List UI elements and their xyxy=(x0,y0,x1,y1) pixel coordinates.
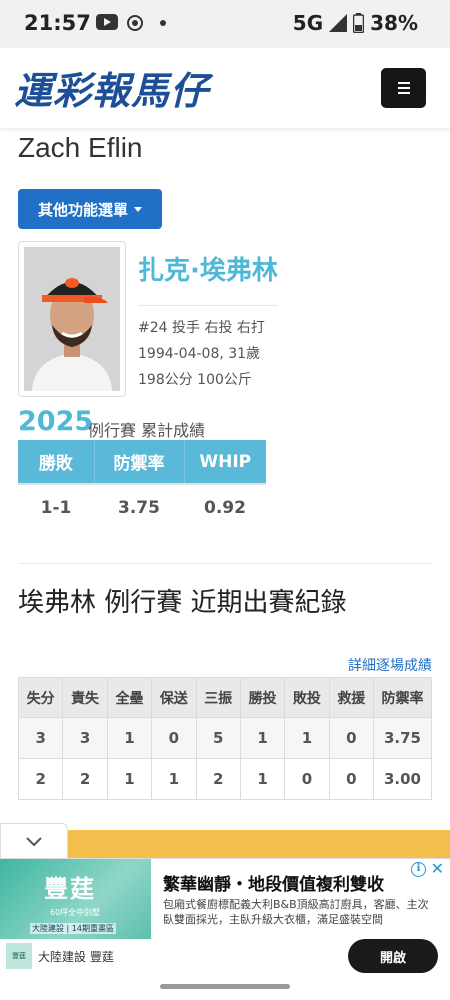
recent-header: 責失 xyxy=(62,677,108,718)
recent-header: 防禦率 xyxy=(373,677,432,718)
ad-info-icon[interactable]: i xyxy=(411,862,426,877)
player-birth-info: 1994-04-08, 31歲 xyxy=(138,346,261,362)
table-cell: 1 xyxy=(151,758,197,800)
season-header: 勝敗 xyxy=(18,440,95,484)
name-divider xyxy=(138,305,278,306)
status-bar: 21:57 5G 38% xyxy=(0,0,450,48)
gesture-nav-handle[interactable] xyxy=(160,984,290,989)
recent-games-title: 埃弗林 例行賽 近期出賽紀錄 xyxy=(18,588,347,618)
season-year: 2025 xyxy=(18,406,94,437)
battery-icon xyxy=(353,13,365,33)
table-cell: 2 xyxy=(195,758,241,800)
table-cell: 1 xyxy=(239,758,286,800)
ad-body: 包廂式餐廚標配義大利B&B頂級高訂廚具，客廳、主次臥雙面採光，主臥升級大衣櫃，滿… xyxy=(163,898,429,926)
ad-image-caption: 大陸建設 | 14期重畫區 xyxy=(30,923,116,934)
season-header-row: 勝敗 防禦率 WHIP xyxy=(18,440,266,484)
table-cell: 3 xyxy=(62,717,108,759)
season-header: WHIP xyxy=(184,440,266,484)
recent-header: 敗投 xyxy=(284,677,330,718)
player-english-name: Zach Eflin xyxy=(18,132,143,163)
season-label: 例行賽 累計成績 xyxy=(88,421,206,440)
table-cell: 5 xyxy=(195,717,241,759)
table-row: 3 3 1 0 5 1 1 0 3.75 xyxy=(17,717,432,759)
table-cell: 3 xyxy=(17,717,64,759)
season-value: 1-1 xyxy=(18,483,94,530)
detailed-game-log-link[interactable]: 詳細逐場成績 xyxy=(348,655,432,675)
ad-close-icon[interactable]: ✕ xyxy=(431,859,444,878)
table-cell: 3.00 xyxy=(373,758,432,800)
other-functions-label: 其他功能選單 xyxy=(37,200,128,219)
table-cell: 1 xyxy=(284,717,330,759)
battery-label: 38% xyxy=(370,11,418,35)
recent-games-table: 失分 責失 全壘 保送 三振 勝投 敗投 救援 防禦率 3 3 1 0 5 1 … xyxy=(17,677,432,800)
menu-button[interactable] xyxy=(381,68,426,108)
ad-brand-name: 大陸建設 豐莛 xyxy=(38,950,114,964)
season-header: 防禦率 xyxy=(94,440,185,484)
recent-header-row: 失分 責失 全壘 保送 三振 勝投 敗投 救援 防禦率 xyxy=(17,677,432,718)
section-divider xyxy=(18,563,432,564)
caret-down-icon xyxy=(134,206,142,212)
hamburger-icon-bar xyxy=(397,92,410,94)
recent-header: 勝投 xyxy=(239,677,286,718)
player-body-info: 198公分 100公斤 xyxy=(138,372,252,388)
season-value: 3.75 xyxy=(94,483,184,530)
table-cell: 0 xyxy=(328,758,375,800)
youtube-icon xyxy=(96,14,118,30)
ad-headline[interactable]: 繁華幽靜・地段價值複利雙收 xyxy=(163,870,384,895)
ad-open-button[interactable]: 開啟 xyxy=(348,939,438,973)
hamburger-icon-bar xyxy=(397,87,410,89)
table-row: 2 2 1 1 2 1 0 0 3.00 xyxy=(17,758,432,800)
table-cell: 1 xyxy=(106,717,153,759)
banner-ad[interactable]: 豐莛 60坪全中別墅 大陸建設 | 14期重畫區 繁華幽靜・地段價值複利雙收 包… xyxy=(0,858,450,973)
site-header: 運彩報馬仔 xyxy=(0,48,450,128)
ad-image[interactable]: 豐莛 60坪全中別墅 大陸建設 | 14期重畫區 xyxy=(0,859,151,939)
status-right: 5G 38% xyxy=(293,11,418,35)
other-functions-menu-button[interactable]: 其他功能選單 xyxy=(18,189,162,229)
chevron-down-icon xyxy=(26,836,42,846)
ad-image-title: 豐莛 xyxy=(44,875,96,903)
status-time: 21:57 xyxy=(24,11,91,35)
recent-header: 三振 xyxy=(195,677,241,718)
table-cell: 0 xyxy=(328,717,375,759)
network-label: 5G xyxy=(292,11,324,35)
table-cell: 1 xyxy=(239,717,286,759)
table-cell: 1 xyxy=(106,758,153,800)
player-chinese-name: 扎克·埃弗林 xyxy=(138,256,278,286)
ad-collapse-button[interactable] xyxy=(0,823,68,859)
table-cell: 2 xyxy=(17,758,64,800)
hamburger-icon xyxy=(397,82,410,84)
recent-header: 救援 xyxy=(328,677,375,718)
table-cell: 2 xyxy=(62,758,108,800)
recent-header: 全壘 xyxy=(106,677,153,718)
player-position-info: #24 投手 右投 右打 xyxy=(138,320,265,336)
dot-icon xyxy=(160,20,166,26)
record-icon xyxy=(127,15,143,31)
table-cell: 0 xyxy=(151,717,197,759)
season-stats-table: 勝敗 防禦率 WHIP 1-1 3.75 0.92 xyxy=(18,440,266,530)
ad-brand-logo: 豐莛 xyxy=(6,943,32,969)
player-photo xyxy=(24,247,120,391)
signal-icon xyxy=(329,14,348,32)
site-logo[interactable]: 運彩報馬仔 xyxy=(14,60,209,115)
ad-top-strip xyxy=(68,830,450,858)
ad-image-subtitle: 60坪全中別墅 xyxy=(50,908,101,917)
season-value: 0.92 xyxy=(184,483,266,530)
table-cell: 3.75 xyxy=(373,717,432,759)
table-cell: 0 xyxy=(284,758,330,800)
season-value-row: 1-1 3.75 0.92 xyxy=(18,483,266,530)
recent-header: 保送 xyxy=(151,677,197,718)
recent-header: 失分 xyxy=(17,677,64,718)
player-photo-frame xyxy=(18,241,126,397)
